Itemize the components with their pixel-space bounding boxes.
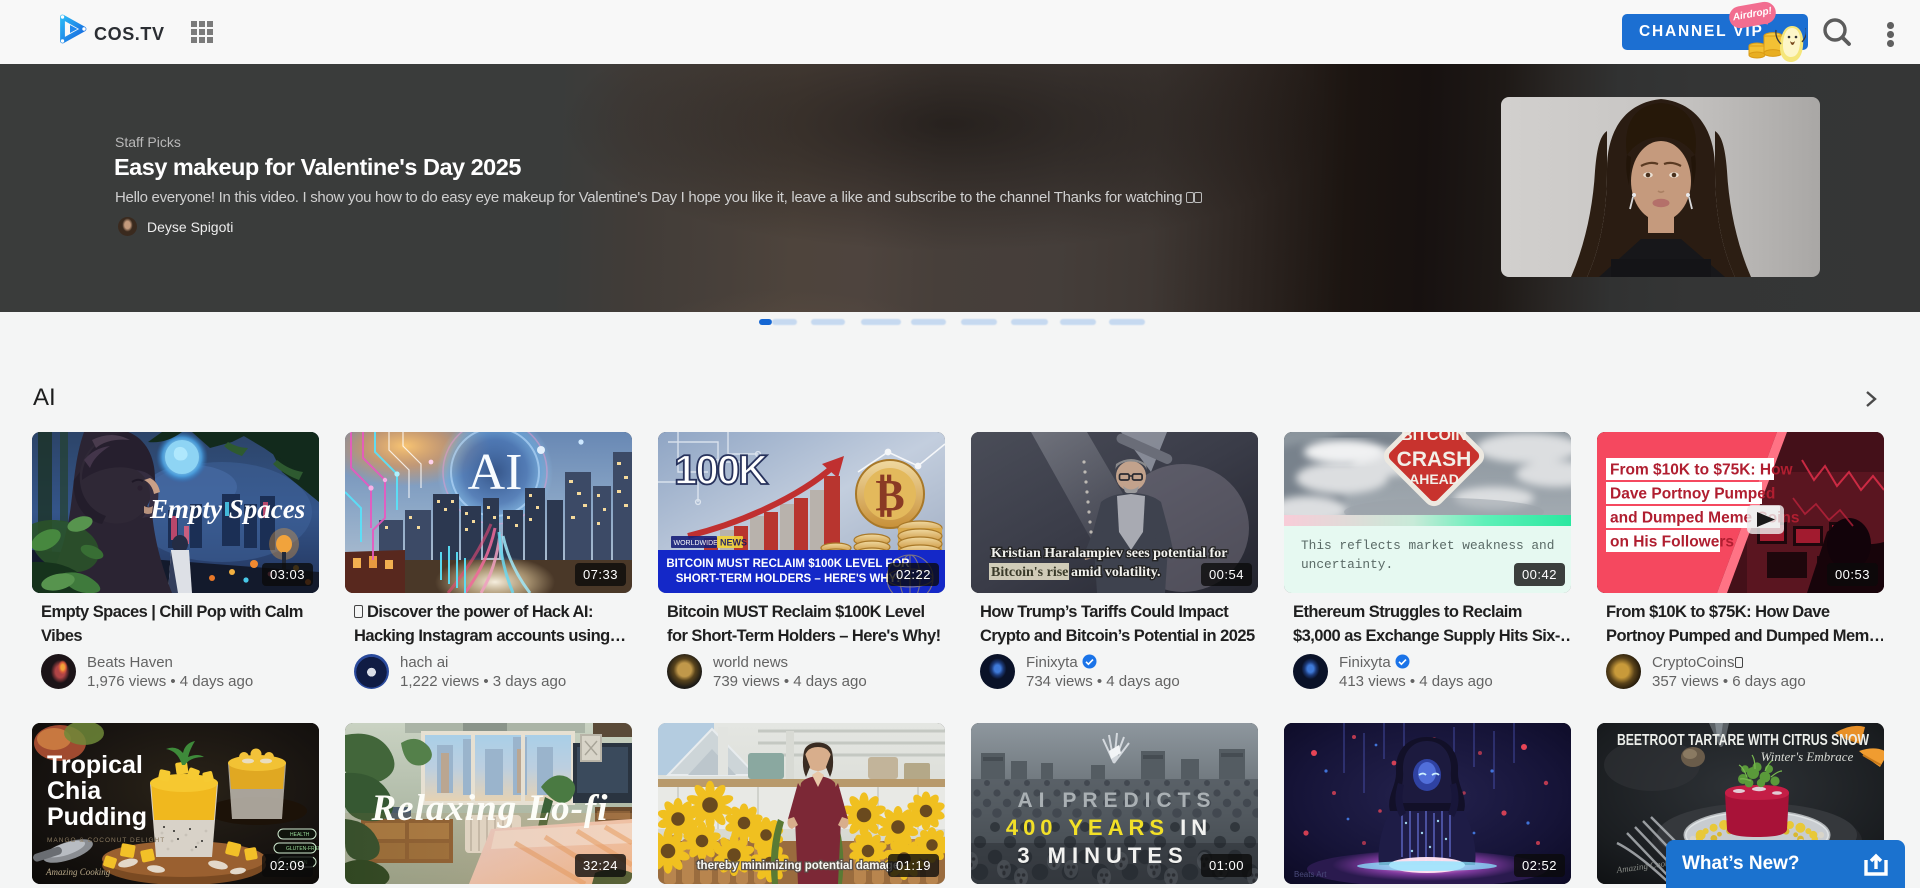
svg-text:AHEAD: AHEAD xyxy=(1409,471,1459,487)
svg-text:amid volatility.: amid volatility. xyxy=(1071,565,1160,580)
svg-text:Bitcoin's rise: Bitcoin's rise xyxy=(991,565,1068,580)
svg-text:This reflects market weakness: This reflects market weakness and xyxy=(1301,538,1554,553)
svg-text:Beats Art: Beats Art xyxy=(1294,870,1327,879)
svg-text:BITCOIN MUST RECLAIM $100K LEV: BITCOIN MUST RECLAIM $100K LEVEL FOR xyxy=(666,558,910,570)
svg-text:Pudding: Pudding xyxy=(47,803,147,831)
svg-text:GLUTEN-FREE: GLUTEN-FREE xyxy=(286,846,319,852)
svg-text:Kristian Haralampiev sees pote: Kristian Haralampiev sees potential for xyxy=(991,546,1227,561)
svg-text:Relaxing Lo-fi: Relaxing Lo-fi xyxy=(370,788,608,829)
svg-text:uncertainty.: uncertainty. xyxy=(1301,557,1393,572)
svg-text:SHORT-TERM HOLDERS – HERE'S WH: SHORT-TERM HOLDERS – HERE'S WHY! xyxy=(676,573,900,585)
svg-text:WORLDWIDE: WORLDWIDE xyxy=(674,540,719,547)
svg-text:AI PREDICTS: AI PREDICTS xyxy=(1017,789,1216,812)
svg-text:AI: AI xyxy=(468,444,523,501)
svg-text:HEALTH: HEALTH xyxy=(290,832,310,838)
svg-text:Chia: Chia xyxy=(47,777,102,805)
svg-text:Dave Portnoy Pumped: Dave Portnoy Pumped xyxy=(1610,486,1775,503)
svg-text:MANGO & COCONUT DELIGHT: MANGO & COCONUT DELIGHT xyxy=(47,837,165,844)
svg-text:From $10K to $75K: How: From $10K to $75K: How xyxy=(1610,462,1794,479)
svg-text:on His Followers: on His Followers xyxy=(1610,534,1734,551)
svg-text:NEWS: NEWS xyxy=(720,538,747,548)
svg-text:₿: ₿ xyxy=(875,471,904,520)
svg-text:Empty Spaces: Empty Spaces xyxy=(149,494,305,524)
svg-text:Tropical: Tropical xyxy=(47,751,143,779)
svg-text:400 YEARS IN: 400 YEARS IN xyxy=(1006,815,1212,840)
svg-text:CRASH: CRASH xyxy=(1397,448,1472,471)
svg-text:Amazing Cooking: Amazing Cooking xyxy=(45,867,111,877)
svg-text:100K: 100K xyxy=(674,446,768,493)
svg-text:BEETROOT TARTARE WITH CITRUS S: BEETROOT TARTARE WITH CITRUS SNOW xyxy=(1617,732,1869,749)
svg-text:3 MINUTES: 3 MINUTES xyxy=(1017,843,1188,868)
svg-text:Winter's Embrace: Winter's Embrace xyxy=(1761,749,1854,764)
svg-text:BITCOIN: BITCOIN xyxy=(1401,432,1467,444)
svg-text:thereby minimizing potential d: thereby minimizing potential damage xyxy=(697,860,900,872)
